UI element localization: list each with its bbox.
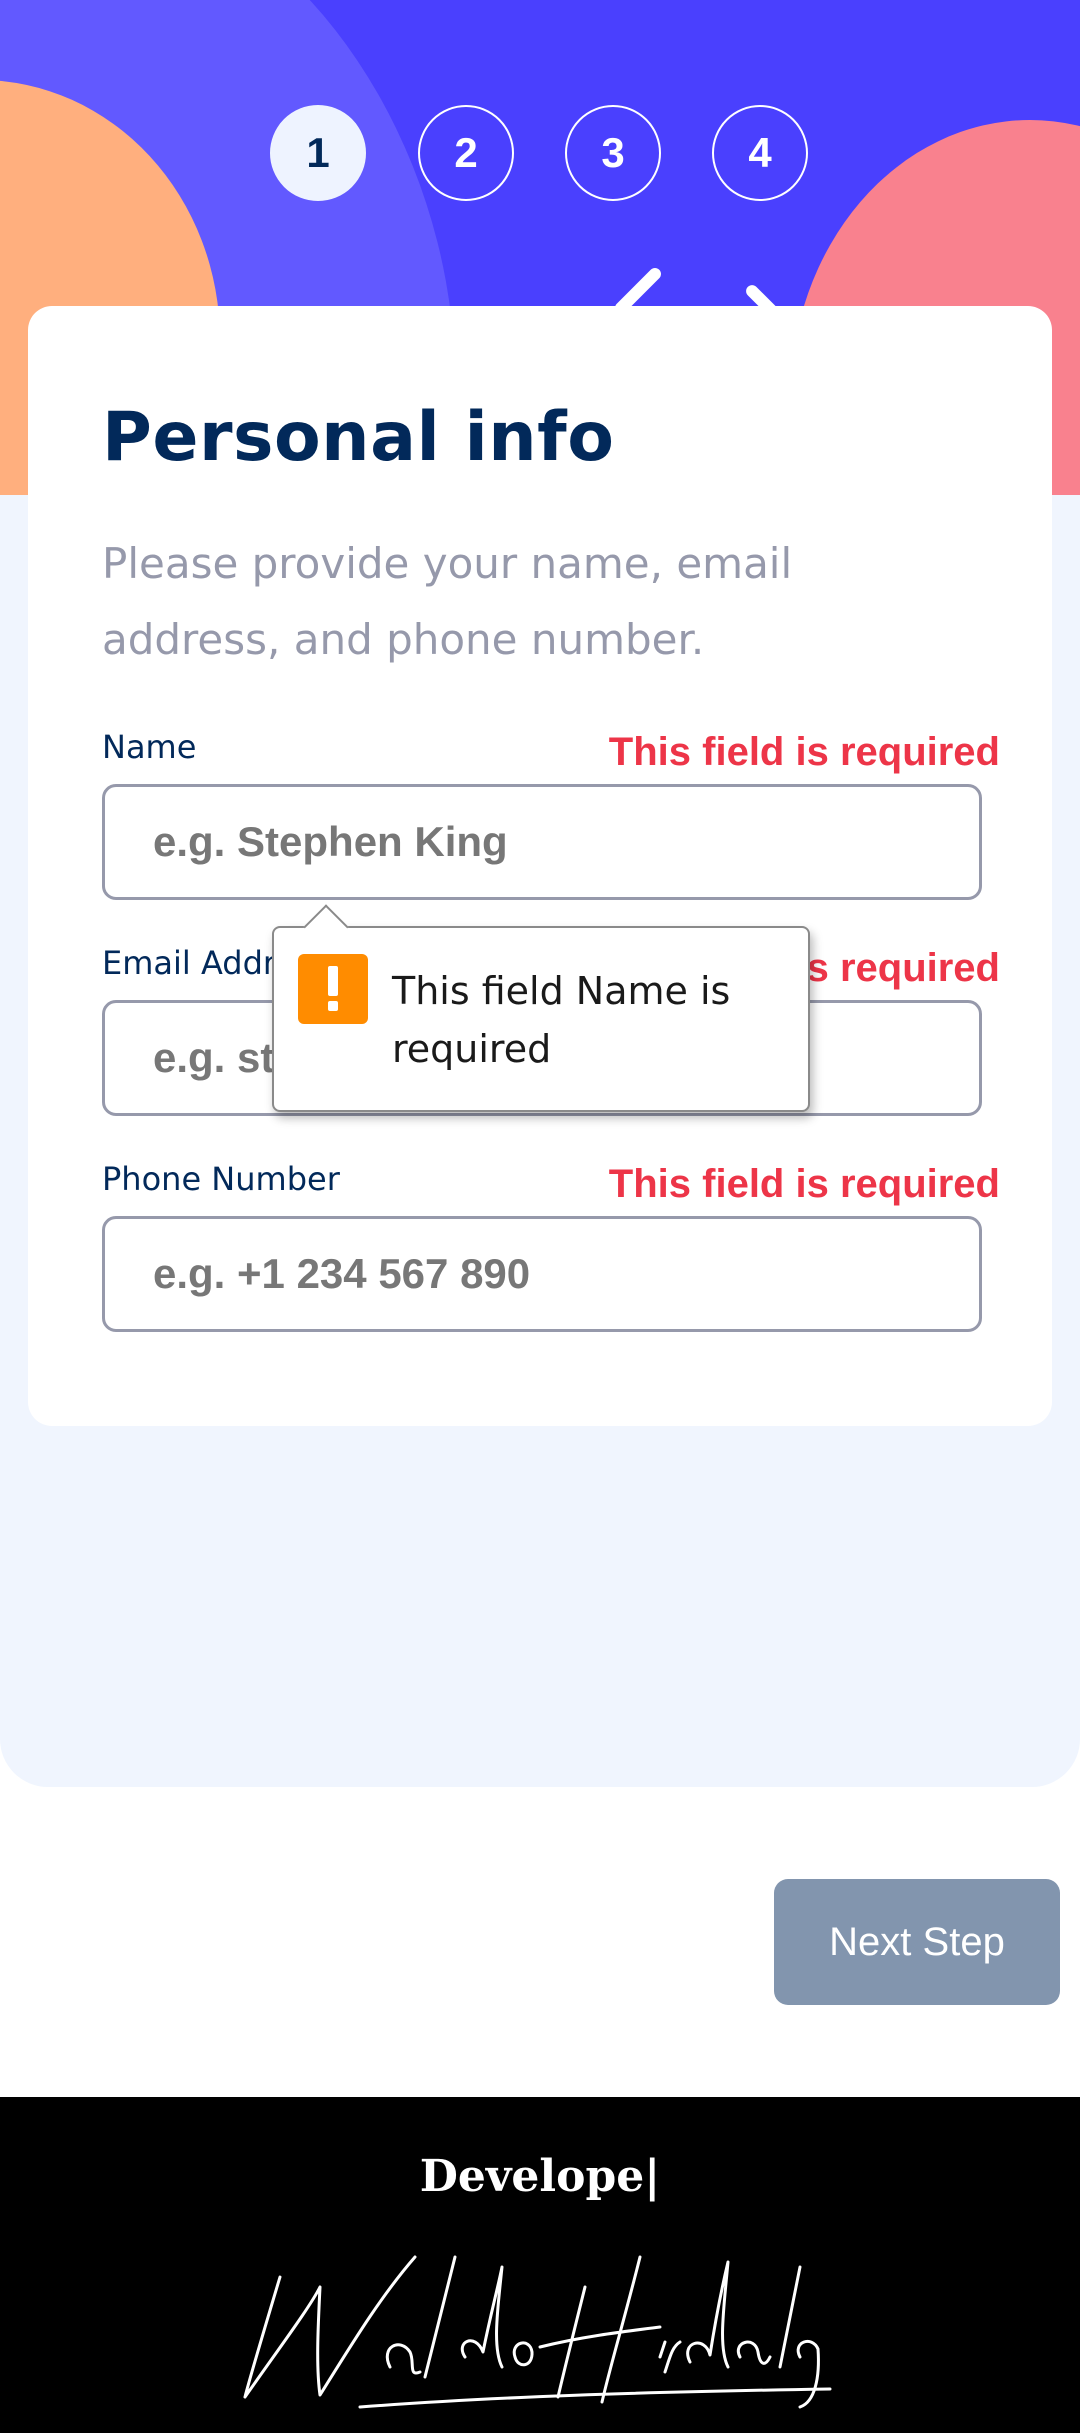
next-step-button[interactable]: Next Step bbox=[774, 1879, 1060, 2005]
step-2[interactable]: 2 bbox=[418, 105, 514, 201]
footer: Develope| bbox=[0, 2097, 1080, 2433]
phone-error: This field is required bbox=[608, 1162, 1000, 1206]
phone-input[interactable] bbox=[102, 1216, 982, 1332]
step-3[interactable]: 3 bbox=[565, 105, 661, 201]
name-label: Name bbox=[102, 728, 197, 766]
exclamation-mark-glyph bbox=[328, 966, 338, 1011]
warning-icon bbox=[298, 954, 368, 1024]
form-card: Personal info Please provide your name, … bbox=[28, 306, 1052, 1426]
name-input[interactable] bbox=[102, 784, 982, 900]
signature-logo bbox=[243, 2255, 832, 2409]
step-1[interactable]: 1 bbox=[270, 105, 366, 201]
page-subtitle: Please provide your name, email address,… bbox=[102, 539, 793, 664]
phone-label: Phone Number bbox=[102, 1160, 340, 1198]
footer-text: Develope| bbox=[419, 2151, 661, 2202]
tooltip-message: This field Name is required bbox=[392, 969, 731, 1071]
step-indicator: 1 2 3 4 bbox=[270, 105, 810, 205]
page-title: Personal info bbox=[102, 398, 615, 477]
validation-tooltip: This field Name is required bbox=[272, 904, 810, 1112]
app-background: 1 2 3 4 Personal info Please provide you… bbox=[0, 0, 1080, 1787]
step-4[interactable]: 4 bbox=[712, 105, 808, 201]
name-error: This field is required bbox=[608, 730, 1000, 774]
